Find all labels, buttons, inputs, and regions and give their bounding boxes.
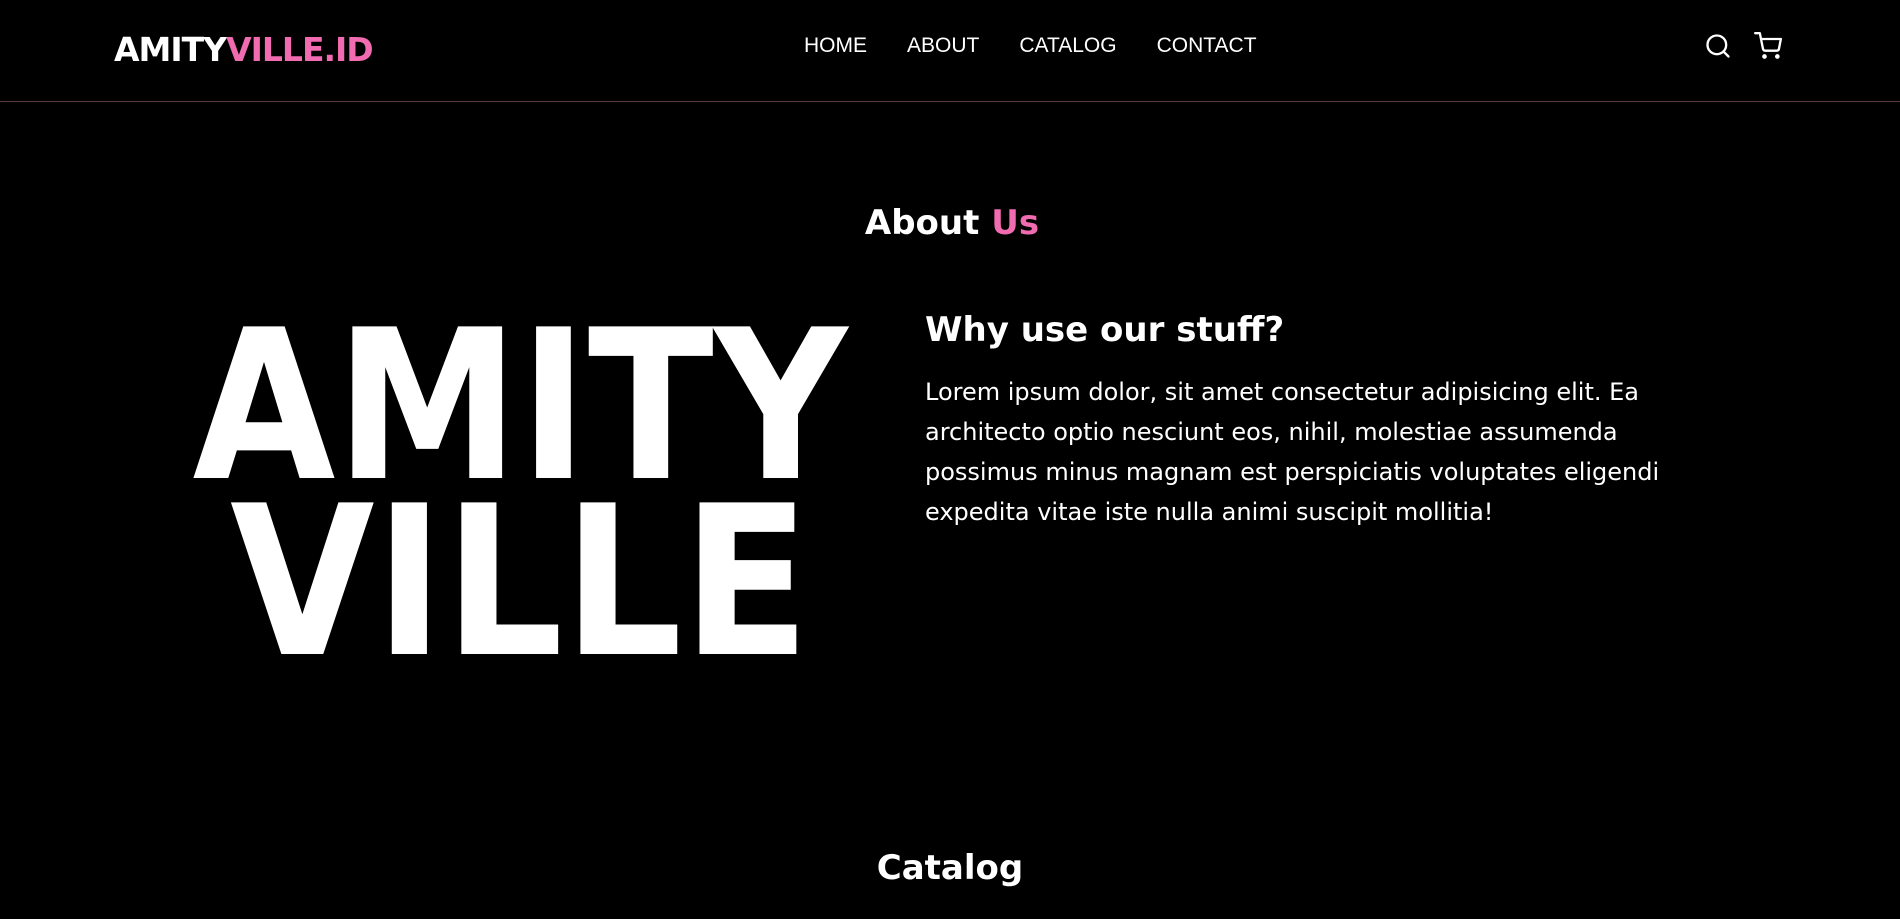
brand-name-part1: AMITY bbox=[114, 30, 227, 69]
nav-link-about[interactable]: ABOUT bbox=[907, 34, 979, 58]
nav-link-catalog[interactable]: CATALOG bbox=[1019, 34, 1116, 58]
catalog-section-title: Catalog bbox=[876, 848, 1024, 888]
brand-logo[interactable]: AMITYVILLE.ID bbox=[114, 30, 374, 69]
nav-links: HOME ABOUT CATALOG CONTACT bbox=[804, 34, 1297, 58]
about-heading: Why use our stuff? bbox=[925, 310, 1285, 350]
logo-line-2: VILLE bbox=[230, 462, 810, 658]
nav-link-home[interactable]: HOME bbox=[804, 34, 867, 58]
about-title-part1: About bbox=[864, 203, 980, 243]
about-paragraph: Lorem ipsum dolor, sit amet consectetur … bbox=[925, 378, 1660, 526]
about-section-title: About Us bbox=[2, 203, 1900, 243]
about-title-part2: Us bbox=[991, 203, 1040, 243]
navbar: AMITYVILLE.ID HOME ABOUT CATALOG CONTACT bbox=[0, 0, 1900, 102]
nav-link-contact[interactable]: CONTACT bbox=[1157, 34, 1257, 58]
brand-name-part2: VILLE.ID bbox=[226, 30, 374, 69]
nav-icons bbox=[1704, 32, 1782, 60]
amityville-logo-image: AMITY VILLE bbox=[190, 318, 850, 658]
about-content: Why use our stuff? Lorem ipsum dolor, si… bbox=[925, 310, 1725, 532]
search-icon[interactable] bbox=[1704, 32, 1732, 60]
cart-icon[interactable] bbox=[1754, 32, 1782, 60]
